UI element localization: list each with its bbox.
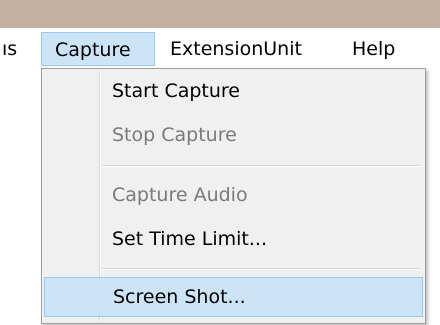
menu-separator: [102, 268, 420, 270]
menu-help[interactable]: Help: [352, 32, 412, 66]
menu-capture[interactable]: Capture: [41, 32, 155, 66]
set-time-limit-menu-item[interactable]: Set Time Limit...: [44, 219, 423, 259]
capture-audio-menu-item[interactable]: Capture Audio: [44, 175, 423, 215]
start-capture-menu-item[interactable]: Start Capture: [44, 71, 423, 111]
capture-dropdown-menu: Start Capture Stop Capture Capture Audio…: [41, 68, 426, 324]
menu-options-partial[interactable]: ıs: [0, 32, 34, 66]
window-title-bar: [0, 0, 440, 28]
screen-shot-menu-item[interactable]: Screen Shot...: [44, 277, 423, 317]
menu-separator: [102, 165, 420, 167]
stop-capture-menu-item[interactable]: Stop Capture: [44, 115, 423, 155]
menu-bar: ıs Capture ExtensionUnit Help: [0, 28, 440, 69]
menu-extensionunit[interactable]: ExtensionUnit: [170, 32, 340, 66]
